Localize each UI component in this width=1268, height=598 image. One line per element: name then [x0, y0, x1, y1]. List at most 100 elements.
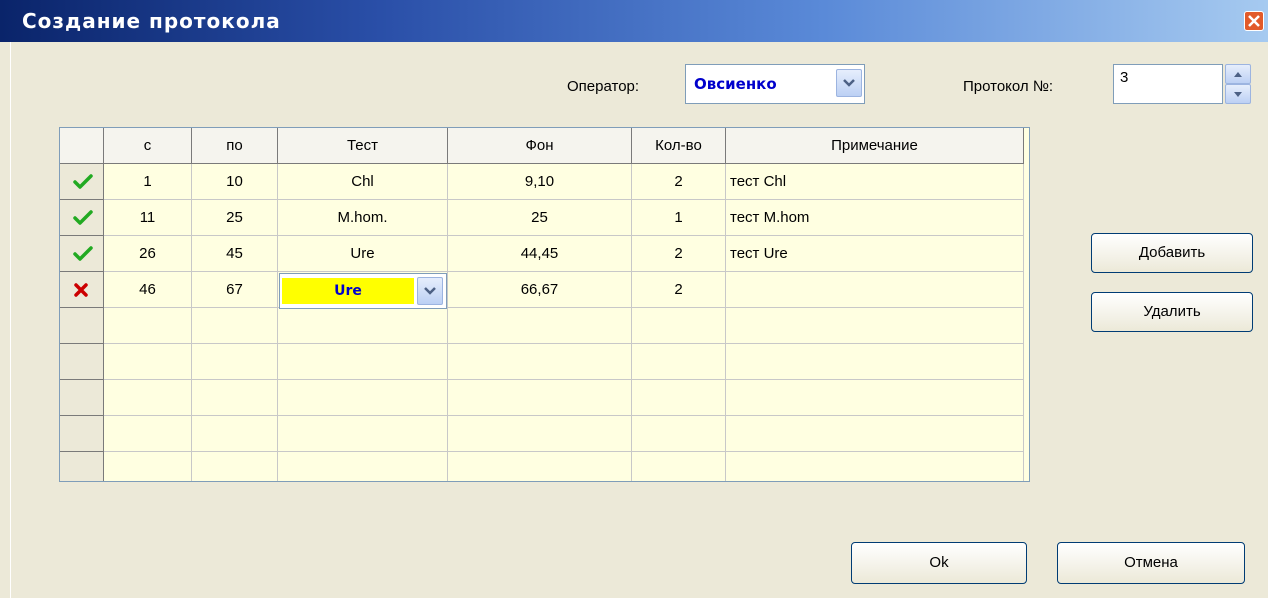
- column-header-test[interactable]: Тест: [278, 128, 448, 164]
- column-header-from[interactable]: с: [104, 128, 192, 164]
- cell-note[interactable]: тест Ure: [726, 236, 1024, 272]
- empty-cell[interactable]: [104, 344, 192, 380]
- row-indicator[interactable]: [60, 380, 104, 416]
- empty-cell[interactable]: [448, 452, 632, 481]
- cell-test[interactable]: M.hom.: [278, 200, 448, 236]
- empty-cell[interactable]: [448, 344, 632, 380]
- close-button[interactable]: [1244, 11, 1264, 31]
- column-header-to[interactable]: по: [192, 128, 278, 164]
- ok-button[interactable]: Ok: [851, 542, 1027, 584]
- cell-note[interactable]: тест M.hom: [726, 200, 1024, 236]
- row-indicator[interactable]: [60, 200, 104, 236]
- cell-count[interactable]: 2: [632, 236, 726, 272]
- row-indicator[interactable]: [60, 236, 104, 272]
- check-icon: [73, 246, 93, 261]
- operator-dropdown-button[interactable]: [836, 69, 862, 97]
- add-button[interactable]: Добавить: [1091, 233, 1253, 273]
- empty-cell[interactable]: [726, 308, 1024, 344]
- cell-count[interactable]: 2: [632, 164, 726, 200]
- empty-cell[interactable]: [192, 308, 278, 344]
- close-icon: [1248, 15, 1260, 27]
- spin-up-button[interactable]: [1225, 64, 1251, 84]
- empty-cell[interactable]: [632, 416, 726, 452]
- cell-to[interactable]: 10: [192, 164, 278, 200]
- cancel-button[interactable]: Отмена: [1057, 542, 1245, 584]
- row-indicator[interactable]: [60, 344, 104, 380]
- chevron-down-icon: [424, 287, 436, 295]
- empty-cell[interactable]: [104, 416, 192, 452]
- empty-cell[interactable]: [192, 344, 278, 380]
- row-indicator[interactable]: [60, 416, 104, 452]
- operator-select[interactable]: Овсиенко: [685, 64, 865, 104]
- empty-cell[interactable]: [104, 308, 192, 344]
- cell-background[interactable]: 44,45: [448, 236, 632, 272]
- column-header-count[interactable]: Кол-во: [632, 128, 726, 164]
- row-indicator[interactable]: [60, 164, 104, 200]
- test-select-editor[interactable]: Ure: [279, 273, 447, 309]
- cell-test[interactable]: Chl: [278, 164, 448, 200]
- spin-down-button[interactable]: [1225, 84, 1251, 104]
- test-select-value: Ure: [282, 278, 414, 304]
- cell-from[interactable]: 26: [104, 236, 192, 272]
- empty-cell[interactable]: [192, 380, 278, 416]
- protocol-grid[interactable]: с по Тест Фон Кол-во Примечание 1 10 Chl…: [59, 127, 1030, 482]
- empty-cell[interactable]: [278, 308, 448, 344]
- empty-cell[interactable]: [448, 308, 632, 344]
- empty-cell[interactable]: [632, 308, 726, 344]
- empty-cell[interactable]: [632, 452, 726, 481]
- empty-cell[interactable]: [278, 380, 448, 416]
- empty-cell[interactable]: [448, 416, 632, 452]
- cell-to[interactable]: 67: [192, 272, 278, 308]
- empty-cell[interactable]: [726, 416, 1024, 452]
- row-indicator[interactable]: [60, 272, 104, 308]
- empty-cell[interactable]: [448, 380, 632, 416]
- cell-from[interactable]: 11: [104, 200, 192, 236]
- empty-cell[interactable]: [192, 452, 278, 481]
- delete-button[interactable]: Удалить: [1091, 292, 1253, 332]
- row-indicator[interactable]: [60, 308, 104, 344]
- empty-cell[interactable]: [278, 416, 448, 452]
- empty-cell[interactable]: [632, 380, 726, 416]
- cell-count[interactable]: 1: [632, 200, 726, 236]
- operator-value: Овсиенко: [694, 75, 777, 93]
- arrow-down-icon: [1234, 92, 1242, 97]
- chevron-down-icon: [843, 79, 855, 87]
- cell-from[interactable]: 46: [104, 272, 192, 308]
- title-bar[interactable]: Создание протокола: [0, 0, 1268, 42]
- empty-cell[interactable]: [726, 452, 1024, 481]
- cell-background[interactable]: 25: [448, 200, 632, 236]
- protocol-number-input[interactable]: 3: [1113, 64, 1223, 104]
- arrow-up-icon: [1234, 72, 1242, 77]
- column-header-background[interactable]: Фон: [448, 128, 632, 164]
- empty-cell[interactable]: [104, 380, 192, 416]
- operator-label: Оператор:: [567, 78, 640, 95]
- cell-count[interactable]: 2: [632, 272, 726, 308]
- empty-cell[interactable]: [726, 344, 1024, 380]
- protocol-number-stepper: 3: [1113, 64, 1253, 104]
- window-title: Создание протокола: [22, 9, 281, 33]
- empty-cell[interactable]: [278, 344, 448, 380]
- check-icon: [73, 210, 93, 225]
- empty-cell[interactable]: [726, 380, 1024, 416]
- column-header-note[interactable]: Примечание: [726, 128, 1024, 164]
- cell-note[interactable]: [726, 272, 1024, 308]
- cell-test[interactable]: Ure: [278, 236, 448, 272]
- cell-to[interactable]: 45: [192, 236, 278, 272]
- cell-background[interactable]: 66,67: [448, 272, 632, 308]
- check-icon: [73, 174, 93, 189]
- dialog-window: Создание протокола Оператор: Овсиенко Пр…: [0, 0, 1268, 598]
- cell-note[interactable]: тест Chl: [726, 164, 1024, 200]
- empty-cell[interactable]: [632, 344, 726, 380]
- cell-from[interactable]: 1: [104, 164, 192, 200]
- protocol-label: Протокол №:: [963, 78, 1054, 95]
- empty-cell[interactable]: [278, 452, 448, 481]
- cross-icon: [74, 283, 88, 297]
- empty-cell[interactable]: [104, 452, 192, 481]
- cell-to[interactable]: 25: [192, 200, 278, 236]
- cell-background[interactable]: 9,10: [448, 164, 632, 200]
- dialog-client-area: Оператор: Овсиенко Протокол №: 3 с по Те…: [10, 42, 1268, 598]
- empty-cell[interactable]: [192, 416, 278, 452]
- protocol-spin-buttons: [1225, 64, 1251, 104]
- row-indicator[interactable]: [60, 452, 104, 481]
- test-dropdown-button[interactable]: [417, 277, 443, 305]
